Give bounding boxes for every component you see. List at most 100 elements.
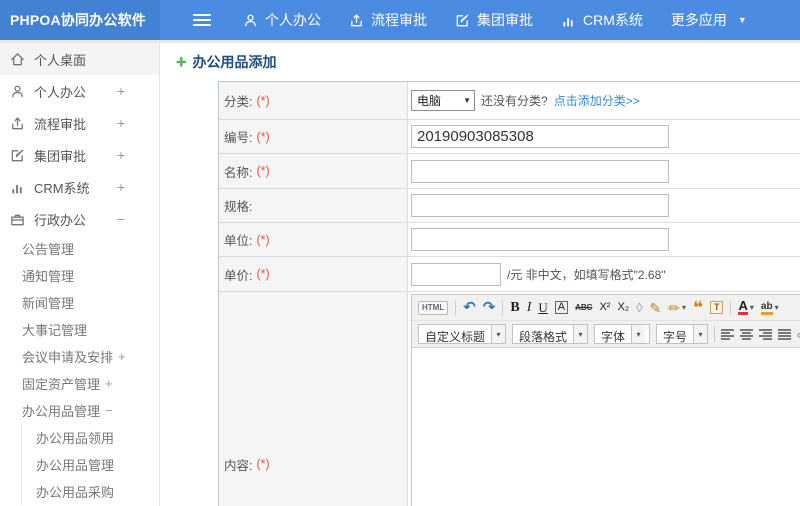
align-center-button[interactable]	[740, 328, 754, 340]
font-color-button[interactable]: A ▾	[738, 299, 754, 315]
nav-crm-system[interactable]: CRM系统	[561, 10, 643, 30]
caret-down-icon: ▾	[774, 302, 779, 312]
form-row-code: 编号: (*)	[219, 119, 800, 153]
submenu-item-announcements[interactable]: 公告管理	[0, 235, 159, 262]
category-hint: 还没有分类?	[481, 94, 548, 108]
font-family-select[interactable]: 字体 ▾	[594, 324, 651, 344]
align-justify-button[interactable]	[778, 328, 792, 340]
field-label: 规格:	[224, 200, 253, 214]
sidebar-item-label: 个人办公	[34, 84, 87, 100]
submenu-item-fixed-assets[interactable]: 固定资产管理 +	[0, 370, 159, 397]
submenu-item-supplies-management[interactable]: 办公用品管理	[22, 451, 159, 478]
custom-heading-select[interactable]: 自定义标题 ▾	[418, 324, 507, 344]
add-supply-form: 分类:(*) 电脑 ▼ 还没有分类? 点击添加分类>> 编号:(*) 名称:(*…	[218, 81, 800, 506]
submenu-item-office-supplies[interactable]: 办公用品管理 −	[0, 397, 159, 424]
expand-toggle[interactable]: +	[117, 83, 125, 99]
strikethrough-button[interactable]: ABC	[575, 303, 592, 312]
top-header: PHPOA协同办公软件 个人办公 流程审批 集团审批 CRM系统 更多应用 ▼	[0, 0, 800, 40]
sidebar-item-label: 行政办公	[34, 212, 87, 228]
field-label: 单位:	[224, 234, 253, 248]
blockquote-button[interactable]: ❝	[693, 299, 703, 316]
editor-content-area[interactable]	[412, 348, 800, 506]
align-right-button[interactable]	[759, 328, 773, 340]
form-row-category: 分类: (*) 电脑 ▼ 还没有分类? 点击添加分类>>	[219, 82, 800, 119]
caret-down-icon: ▼	[463, 96, 471, 105]
spec-input[interactable]	[411, 194, 669, 217]
sidebar-item-process-approval[interactable]: 流程审批 +	[0, 107, 159, 139]
field-label: 单价:	[224, 268, 253, 283]
field-label: 名称:	[224, 165, 253, 180]
html-source-button[interactable]: HTML	[418, 300, 449, 315]
superscript-button[interactable]: X²	[599, 302, 610, 313]
format-brush-button[interactable]: ✎	[650, 301, 662, 315]
toolbar-separator	[730, 299, 732, 316]
main-content: + 办公用品添加 分类: (*) 电脑 ▼ 还没有分类? 点击添加分类>> 编号:…	[160, 43, 800, 506]
nav-label: 流程审批	[371, 12, 427, 28]
expand-toggle[interactable]: +	[117, 147, 125, 163]
caret-down-icon: ▾	[681, 302, 686, 312]
subscript-button[interactable]: X₂	[617, 302, 629, 313]
submenu-item-meetings[interactable]: 会议申请及安排 +	[0, 343, 159, 370]
paragraph-format-select[interactable]: 段落格式 ▾	[512, 324, 589, 344]
bold-button[interactable]: B	[510, 300, 519, 315]
form-row-content: 内容: (*) HTML ↶ ↷ B I U A ABC X² X₂ ◊ ✎ ✏…	[219, 291, 800, 506]
home-icon	[10, 52, 25, 67]
send-icon	[10, 116, 25, 131]
nav-more-apps[interactable]: 更多应用 ▼	[671, 10, 747, 30]
required-mark: (*)	[256, 93, 270, 108]
nav-process-approval[interactable]: 流程审批	[349, 10, 427, 30]
required-mark: (*)	[256, 267, 270, 281]
nav-label: CRM系统	[583, 12, 643, 28]
undo-button[interactable]: ↶	[463, 300, 476, 315]
compose-icon	[10, 148, 25, 163]
font-style-button[interactable]: A	[554, 301, 569, 314]
caret-down-icon: ▾	[573, 325, 588, 343]
highlight-color-button[interactable]: ab ▾	[760, 301, 779, 315]
form-row-name: 名称: (*)	[219, 153, 800, 188]
price-input[interactable]	[411, 262, 501, 286]
required-mark: (*)	[256, 129, 270, 144]
unit-input[interactable]	[411, 228, 669, 251]
redo-button[interactable]: ↷	[483, 300, 496, 315]
admin-submenu: 公告管理 通知管理 新闻管理 大事记管理 会议申请及安排 + 固定资产管理 + 办公…	[0, 235, 159, 424]
user-icon	[10, 84, 25, 99]
collapse-toggle[interactable]: −	[117, 211, 125, 227]
bar-chart-icon	[561, 13, 576, 28]
hamburger-menu-icon[interactable]	[193, 11, 211, 29]
caret-down-icon: ▼	[737, 15, 747, 25]
submenu-item-supplies-requisition[interactable]: 办公用品领用	[22, 424, 159, 451]
nav-personal-office[interactable]: 个人办公	[243, 10, 321, 30]
font-size-select[interactable]: 字号 ▾	[656, 324, 709, 344]
nav-group-approval[interactable]: 集团审批	[455, 10, 533, 30]
sidebar-item-admin-office[interactable]: 行政办公 −	[0, 203, 159, 235]
send-icon	[349, 13, 364, 28]
italic-button[interactable]: I	[527, 300, 532, 315]
submenu-item-memorabilia[interactable]: 大事记管理	[0, 316, 159, 343]
sidebar-item-crm-system[interactable]: CRM系统 +	[0, 171, 159, 203]
sidebar-item-personal-office[interactable]: 个人办公 +	[0, 75, 159, 107]
highlight-icon: ab	[760, 301, 773, 315]
align-left-button[interactable]	[721, 328, 735, 340]
expand-toggle[interactable]: +	[117, 115, 125, 131]
submenu-item-supplies-purchase[interactable]: 办公用品采购	[22, 478, 159, 505]
form-row-price: 单价: (*) /元 非中文，如填写格式"2.68"	[219, 256, 800, 291]
expand-toggle: +	[118, 349, 126, 364]
sidebar-item-group-approval[interactable]: 集团审批 +	[0, 139, 159, 171]
rich-text-editor: HTML ↶ ↷ B I U A ABC X² X₂ ◊ ✎ ✏ ▾ ❝ T A…	[411, 294, 800, 506]
sidebar-item-label: CRM系统	[34, 180, 90, 196]
add-category-link[interactable]: 点击添加分类>>	[554, 92, 640, 109]
expand-toggle[interactable]: +	[117, 179, 125, 195]
required-mark: (*)	[256, 457, 270, 471]
submenu-item-news[interactable]: 新闻管理	[0, 289, 159, 316]
eraser-button[interactable]: ◊	[636, 301, 642, 314]
sidebar-item-personal-desktop[interactable]: 个人桌面	[0, 43, 159, 75]
table-button[interactable]: T	[709, 301, 724, 314]
app-logo[interactable]: PHPOA协同办公软件	[0, 0, 160, 40]
nav-label: 集团审批	[477, 12, 533, 28]
submenu-item-notices[interactable]: 通知管理	[0, 262, 159, 289]
code-input[interactable]	[411, 125, 669, 148]
underline-button[interactable]: U	[538, 301, 547, 314]
color-pen-button[interactable]: ✏ ▾	[668, 301, 686, 315]
category-select[interactable]: 电脑 ▼	[411, 90, 475, 111]
name-input[interactable]	[411, 159, 669, 183]
